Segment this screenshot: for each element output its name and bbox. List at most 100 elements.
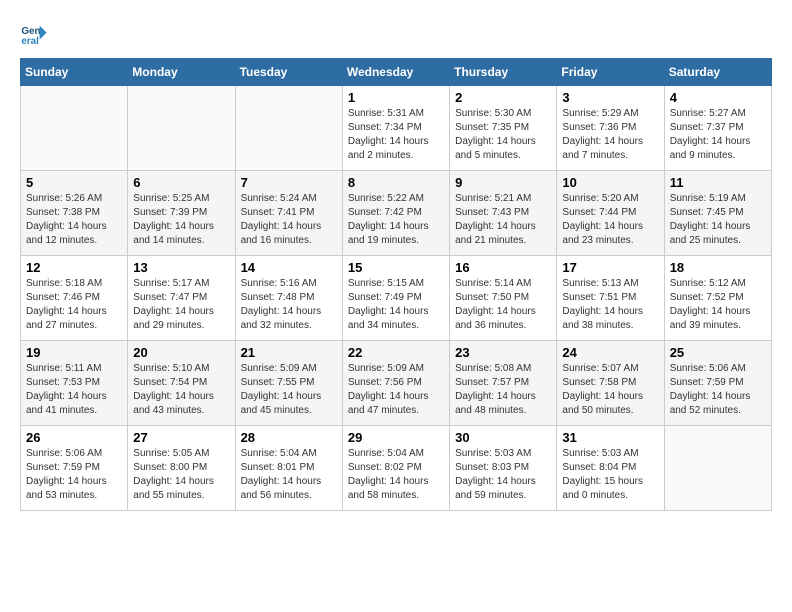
calendar-cell: 15 Sunrise: 5:15 AM Sunset: 7:49 PM Dayli…: [342, 256, 449, 341]
column-header-saturday: Saturday: [664, 59, 771, 86]
day-number: 13: [133, 260, 229, 275]
day-number: 11: [670, 175, 766, 190]
svg-text:eral: eral: [21, 36, 39, 47]
day-info: Sunrise: 5:04 AM Sunset: 8:02 PM Dayligh…: [348, 447, 444, 503]
calendar-cell: [21, 86, 128, 171]
day-info: Sunrise: 5:11 AM Sunset: 7:53 PM Dayligh…: [26, 362, 122, 418]
calendar-cell: [235, 86, 342, 171]
day-info: Sunrise: 5:19 AM Sunset: 7:45 PM Dayligh…: [670, 192, 766, 248]
day-number: 15: [348, 260, 444, 275]
calendar-cell: 14 Sunrise: 5:16 AM Sunset: 7:48 PM Dayli…: [235, 256, 342, 341]
day-number: 18: [670, 260, 766, 275]
day-number: 12: [26, 260, 122, 275]
day-number: 24: [562, 345, 658, 360]
calendar-cell: 17Sunrise: 5:13 AM Sunset: 7:51 PM Dayli…: [557, 256, 664, 341]
day-number: 29: [348, 430, 444, 445]
calendar-cell: 6 Sunrise: 5:25 AM Sunset: 7:39 PM Daylig…: [128, 171, 235, 256]
day-info: Sunrise: 5:06 AM Sunset: 7:59 PM Dayligh…: [670, 362, 766, 418]
calendar-cell: 22 Sunrise: 5:09 AM Sunset: 7:56 PM Dayli…: [342, 341, 449, 426]
week-row-3: 12 Sunrise: 5:18 AM Sunset: 7:46 PM Dayli…: [21, 256, 772, 341]
week-row-2: 5 Sunrise: 5:26 AM Sunset: 7:38 PM Daylig…: [21, 171, 772, 256]
day-info: Sunrise: 5:21 AM Sunset: 7:43 PM Dayligh…: [455, 192, 551, 248]
day-info: Sunrise: 5:18 AM Sunset: 7:46 PM Dayligh…: [26, 277, 122, 333]
calendar-table: SundayMondayTuesdayWednesdayThursdayFrid…: [20, 58, 772, 511]
day-info: Sunrise: 5:13 AM Sunset: 7:51 PM Dayligh…: [562, 277, 658, 333]
week-row-5: 26Sunrise: 5:06 AM Sunset: 7:59 PM Dayli…: [21, 426, 772, 511]
day-number: 19: [26, 345, 122, 360]
calendar-cell: 23Sunrise: 5:08 AM Sunset: 7:57 PM Dayli…: [450, 341, 557, 426]
calendar-cell: 21 Sunrise: 5:09 AM Sunset: 7:55 PM Dayli…: [235, 341, 342, 426]
column-header-thursday: Thursday: [450, 59, 557, 86]
day-info: Sunrise: 5:10 AM Sunset: 7:54 PM Dayligh…: [133, 362, 229, 418]
column-header-wednesday: Wednesday: [342, 59, 449, 86]
calendar-cell: 31Sunrise: 5:03 AM Sunset: 8:04 PM Dayli…: [557, 426, 664, 511]
page-header: Gen eral: [20, 20, 772, 48]
calendar-cell: [664, 426, 771, 511]
day-info: Sunrise: 5:27 AM Sunset: 7:37 PM Dayligh…: [670, 107, 766, 163]
calendar-cell: 13 Sunrise: 5:17 AM Sunset: 7:47 PM Dayli…: [128, 256, 235, 341]
calendar-cell: 12 Sunrise: 5:18 AM Sunset: 7:46 PM Dayli…: [21, 256, 128, 341]
day-number: 1: [348, 90, 444, 105]
calendar-cell: 19 Sunrise: 5:11 AM Sunset: 7:53 PM Dayli…: [21, 341, 128, 426]
day-number: 28: [241, 430, 337, 445]
day-number: 4: [670, 90, 766, 105]
calendar-cell: 9 Sunrise: 5:21 AM Sunset: 7:43 PM Daylig…: [450, 171, 557, 256]
calendar-cell: 11 Sunrise: 5:19 AM Sunset: 7:45 PM Dayli…: [664, 171, 771, 256]
day-number: 23: [455, 345, 551, 360]
calendar-cell: 26Sunrise: 5:06 AM Sunset: 7:59 PM Dayli…: [21, 426, 128, 511]
day-info: Sunrise: 5:17 AM Sunset: 7:47 PM Dayligh…: [133, 277, 229, 333]
day-number: 9: [455, 175, 551, 190]
day-info: Sunrise: 5:09 AM Sunset: 7:55 PM Dayligh…: [241, 362, 337, 418]
calendar-cell: 4 Sunrise: 5:27 AM Sunset: 7:37 PM Daylig…: [664, 86, 771, 171]
calendar-cell: 3Sunrise: 5:29 AM Sunset: 7:36 PM Daylig…: [557, 86, 664, 171]
day-number: 22: [348, 345, 444, 360]
day-number: 14: [241, 260, 337, 275]
day-info: Sunrise: 5:09 AM Sunset: 7:56 PM Dayligh…: [348, 362, 444, 418]
day-info: Sunrise: 5:05 AM Sunset: 8:00 PM Dayligh…: [133, 447, 229, 503]
column-header-tuesday: Tuesday: [235, 59, 342, 86]
calendar-header-row: SundayMondayTuesdayWednesdayThursdayFrid…: [21, 59, 772, 86]
day-number: 20: [133, 345, 229, 360]
day-number: 31: [562, 430, 658, 445]
day-number: 5: [26, 175, 122, 190]
day-number: 30: [455, 430, 551, 445]
calendar-cell: 7 Sunrise: 5:24 AM Sunset: 7:41 PM Daylig…: [235, 171, 342, 256]
logo-icon: Gen eral: [20, 20, 48, 48]
week-row-1: 1Sunrise: 5:31 AM Sunset: 7:34 PM Daylig…: [21, 86, 772, 171]
week-row-4: 19 Sunrise: 5:11 AM Sunset: 7:53 PM Dayli…: [21, 341, 772, 426]
day-number: 8: [348, 175, 444, 190]
calendar-cell: 2Sunrise: 5:30 AM Sunset: 7:35 PM Daylig…: [450, 86, 557, 171]
calendar-cell: 8 Sunrise: 5:22 AM Sunset: 7:42 PM Daylig…: [342, 171, 449, 256]
day-info: Sunrise: 5:22 AM Sunset: 7:42 PM Dayligh…: [348, 192, 444, 248]
calendar-cell: 10 Sunrise: 5:20 AM Sunset: 7:44 PM Dayli…: [557, 171, 664, 256]
day-info: Sunrise: 5:20 AM Sunset: 7:44 PM Dayligh…: [562, 192, 658, 248]
day-number: 21: [241, 345, 337, 360]
day-info: Sunrise: 5:12 AM Sunset: 7:52 PM Dayligh…: [670, 277, 766, 333]
column-header-friday: Friday: [557, 59, 664, 86]
day-info: Sunrise: 5:26 AM Sunset: 7:38 PM Dayligh…: [26, 192, 122, 248]
column-header-sunday: Sunday: [21, 59, 128, 86]
day-number: 6: [133, 175, 229, 190]
day-number: 27: [133, 430, 229, 445]
day-number: 10: [562, 175, 658, 190]
calendar-cell: 27 Sunrise: 5:05 AM Sunset: 8:00 PM Dayli…: [128, 426, 235, 511]
day-info: Sunrise: 5:06 AM Sunset: 7:59 PM Dayligh…: [26, 447, 122, 503]
calendar-cell: 25Sunrise: 5:06 AM Sunset: 7:59 PM Dayli…: [664, 341, 771, 426]
calendar-cell: 24 Sunrise: 5:07 AM Sunset: 7:58 PM Dayli…: [557, 341, 664, 426]
day-info: Sunrise: 5:24 AM Sunset: 7:41 PM Dayligh…: [241, 192, 337, 248]
day-info: Sunrise: 5:03 AM Sunset: 8:03 PM Dayligh…: [455, 447, 551, 503]
day-info: Sunrise: 5:16 AM Sunset: 7:48 PM Dayligh…: [241, 277, 337, 333]
calendar-cell: [128, 86, 235, 171]
day-info: Sunrise: 5:25 AM Sunset: 7:39 PM Dayligh…: [133, 192, 229, 248]
calendar-cell: 20 Sunrise: 5:10 AM Sunset: 7:54 PM Dayli…: [128, 341, 235, 426]
calendar-cell: 29 Sunrise: 5:04 AM Sunset: 8:02 PM Dayli…: [342, 426, 449, 511]
calendar-cell: 30 Sunrise: 5:03 AM Sunset: 8:03 PM Dayli…: [450, 426, 557, 511]
calendar-cell: 1Sunrise: 5:31 AM Sunset: 7:34 PM Daylig…: [342, 86, 449, 171]
day-number: 7: [241, 175, 337, 190]
day-info: Sunrise: 5:15 AM Sunset: 7:49 PM Dayligh…: [348, 277, 444, 333]
calendar-cell: 28Sunrise: 5:04 AM Sunset: 8:01 PM Dayli…: [235, 426, 342, 511]
day-info: Sunrise: 5:07 AM Sunset: 7:58 PM Dayligh…: [562, 362, 658, 418]
calendar-cell: 16Sunrise: 5:14 AM Sunset: 7:50 PM Dayli…: [450, 256, 557, 341]
day-number: 16: [455, 260, 551, 275]
column-header-monday: Monday: [128, 59, 235, 86]
